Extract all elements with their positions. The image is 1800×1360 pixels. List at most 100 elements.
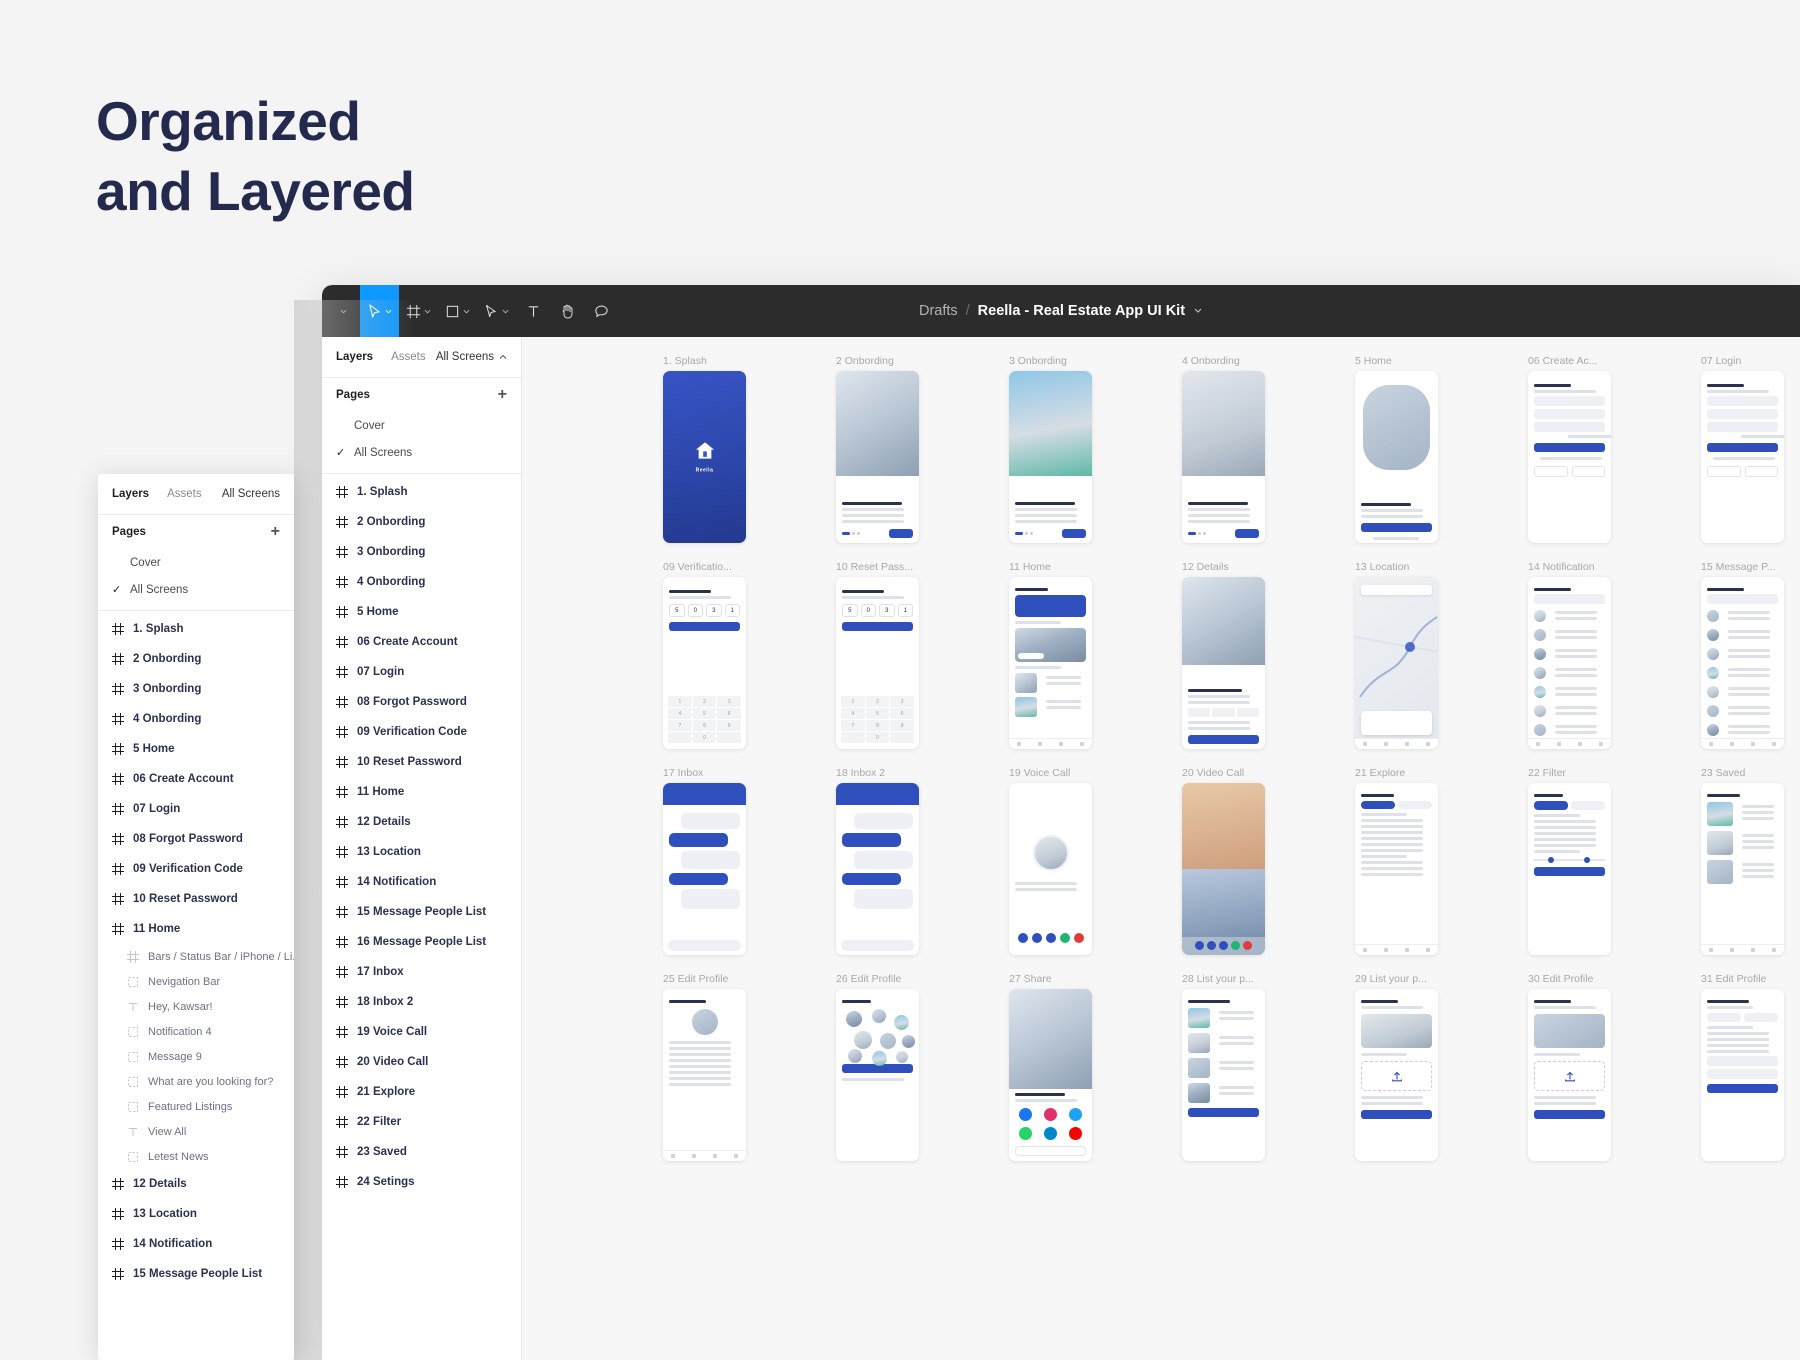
frame-thumbnail-preview[interactable] <box>663 989 746 1161</box>
layer-item[interactable]: 5 Home <box>322 597 521 627</box>
frame-thumbnail-preview[interactable] <box>1182 577 1265 749</box>
frame-thumbnail[interactable]: 13 Location <box>1355 561 1478 749</box>
layer-item[interactable]: 3 Onbording <box>322 537 521 567</box>
frame-thumbnail[interactable]: 5 Home <box>1355 355 1478 543</box>
layer-item[interactable]: 17 Inbox <box>322 957 521 987</box>
hand-tool-button[interactable] <box>550 285 584 337</box>
shape-tool-button[interactable] <box>438 285 477 337</box>
layer-item[interactable]: Nevigation Bar <box>98 969 294 994</box>
layer-item[interactable]: 22 Filter <box>322 1107 521 1137</box>
layer-item[interactable]: 09 Verification Code <box>98 854 294 884</box>
page-item-cover[interactable]: Cover <box>322 412 521 439</box>
layer-item[interactable]: 06 Create Account <box>98 764 294 794</box>
layer-item[interactable]: 06 Create Account <box>322 627 521 657</box>
frame-thumbnail-preview[interactable] <box>1355 989 1438 1161</box>
layer-item[interactable]: 09 Verification Code <box>322 717 521 747</box>
layer-item[interactable]: 16 Message People List <box>322 927 521 957</box>
page-selector[interactable]: All Screens <box>436 351 507 363</box>
page-item-all-screens[interactable]: ✓ All Screens <box>98 576 294 603</box>
frame-thumbnail[interactable]: 25 Edit Profile <box>663 973 786 1161</box>
frame-tool-button[interactable] <box>399 285 438 337</box>
frame-thumbnail-label[interactable]: 22 Filter <box>1528 767 1651 783</box>
frame-thumbnail-preview[interactable] <box>836 371 919 543</box>
frame-thumbnail[interactable]: 07 Login <box>1701 355 1800 543</box>
frame-thumbnail-preview[interactable] <box>836 783 919 955</box>
frame-thumbnail-label[interactable]: 29 List your p... <box>1355 973 1478 989</box>
layer-item[interactable]: 3 Onbording <box>98 674 294 704</box>
layer-item[interactable]: 5 Home <box>98 734 294 764</box>
layer-item[interactable]: 11 Home <box>98 914 294 944</box>
layer-item[interactable]: 11 Home <box>322 777 521 807</box>
frame-thumbnail[interactable]: 09 Verificatio... 5 0 3 1 1 2 3 4 5 6 7 8 9 0 <box>663 561 786 749</box>
frame-thumbnail[interactable]: 12 Details <box>1182 561 1305 749</box>
frame-thumbnail[interactable]: 10 Reset Pass... 5 0 3 1 1 2 3 4 5 6 7 8 9 0 <box>836 561 959 749</box>
layer-item[interactable]: View All <box>98 1119 294 1144</box>
frame-thumbnail-label[interactable]: 3 Onbording <box>1009 355 1132 371</box>
frame-thumbnail-preview[interactable] <box>1528 577 1611 749</box>
frame-thumbnail-preview[interactable] <box>1355 371 1438 543</box>
frame-thumbnail-preview[interactable] <box>1009 577 1092 749</box>
frame-thumbnail[interactable]: 20 Video Call <box>1182 767 1305 955</box>
layer-item[interactable]: 24 Setings <box>322 1167 521 1197</box>
page-item-all-screens[interactable]: ✓ All Screens <box>322 439 521 466</box>
frame-thumbnail-preview[interactable] <box>1701 783 1784 955</box>
frame-thumbnail-label[interactable]: 25 Edit Profile <box>663 973 786 989</box>
layer-item[interactable]: 20 Video Call <box>322 1047 521 1077</box>
frame-thumbnail[interactable]: 21 Explore <box>1355 767 1478 955</box>
frame-thumbnail-label[interactable]: 30 Edit Profile <box>1528 973 1651 989</box>
frame-thumbnail-preview[interactable] <box>1009 371 1092 543</box>
frame-thumbnail[interactable]: 26 Edit Profile <box>836 973 959 1161</box>
layer-item[interactable]: 23 Saved <box>322 1137 521 1167</box>
frame-thumbnail[interactable]: 28 List your p... <box>1182 973 1305 1161</box>
frame-thumbnail[interactable]: 15 Message P... <box>1701 561 1800 749</box>
breadcrumb-drafts[interactable]: Drafts <box>919 303 958 319</box>
frame-thumbnail-label[interactable]: 23 Saved <box>1701 767 1800 783</box>
frame-thumbnail[interactable]: 4 Onbording <box>1182 355 1305 543</box>
frame-thumbnail-label[interactable]: 20 Video Call <box>1182 767 1305 783</box>
figma-canvas[interactable]: 1. Splash Reella 2 Onbording 3 Onbording 4 O… <box>522 337 1800 1360</box>
frame-thumbnail[interactable]: 3 Onbording <box>1009 355 1132 543</box>
layer-item[interactable]: 10 Reset Password <box>322 747 521 777</box>
frame-thumbnail-label[interactable]: 21 Explore <box>1355 767 1478 783</box>
frame-thumbnail-preview[interactable] <box>836 989 919 1161</box>
frame-thumbnail-preview[interactable] <box>1182 989 1265 1161</box>
layer-item[interactable]: 15 Message People List <box>322 897 521 927</box>
frame-thumbnail[interactable]: 18 Inbox 2 <box>836 767 959 955</box>
frame-thumbnail[interactable]: 27 Share <box>1009 973 1132 1161</box>
ghost-add-page-button[interactable]: + <box>271 524 280 540</box>
text-tool-button[interactable] <box>516 285 550 337</box>
frame-thumbnail-preview[interactable] <box>1701 989 1784 1161</box>
frame-thumbnail[interactable]: 06 Create Ac... <box>1528 355 1651 543</box>
layer-item[interactable]: Hey, Kawsar! <box>98 994 294 1019</box>
frame-thumbnail-label[interactable]: 5 Home <box>1355 355 1478 371</box>
breadcrumb-file-name[interactable]: Reella - Real Estate App UI Kit <box>978 303 1185 319</box>
layer-item[interactable]: 2 Onbording <box>322 507 521 537</box>
tab-layers[interactable]: Layers <box>336 351 373 363</box>
layer-item[interactable]: 08 Forgot Password <box>98 824 294 854</box>
frame-thumbnail-label[interactable]: 10 Reset Pass... <box>836 561 959 577</box>
frame-thumbnail[interactable]: 19 Voice Call <box>1009 767 1132 955</box>
frame-thumbnail-preview[interactable] <box>1182 783 1265 955</box>
layer-item[interactable]: 19 Voice Call <box>322 1017 521 1047</box>
frame-thumbnail-label[interactable]: 4 Onbording <box>1182 355 1305 371</box>
layer-item[interactable]: 21 Explore <box>322 1077 521 1107</box>
frame-thumbnail[interactable]: 14 Notification <box>1528 561 1651 749</box>
layer-item[interactable]: 07 Login <box>98 794 294 824</box>
layer-item[interactable]: 2 Onbording <box>98 644 294 674</box>
layer-item[interactable]: 1. Splash <box>98 614 294 644</box>
frame-thumbnail-label[interactable]: 18 Inbox 2 <box>836 767 959 783</box>
frame-thumbnail-preview[interactable]: 50311234567890 <box>836 577 919 749</box>
frame-thumbnail-preview[interactable] <box>1701 577 1784 749</box>
main-menu-button[interactable] <box>326 285 360 337</box>
frame-thumbnail-label[interactable]: 27 Share <box>1009 973 1132 989</box>
layer-item[interactable]: 4 Onbording <box>98 704 294 734</box>
comment-tool-button[interactable] <box>584 285 618 337</box>
pen-tool-button[interactable] <box>477 285 516 337</box>
frame-thumbnail[interactable]: 29 List your p... <box>1355 973 1478 1161</box>
layer-item[interactable]: Notification 4 <box>98 1019 294 1044</box>
frame-thumbnail[interactable]: 23 Saved <box>1701 767 1800 955</box>
frame-thumbnail-label[interactable]: 31 Edit Profile <box>1701 973 1800 989</box>
ghost-page-selector[interactable]: All Screens <box>222 488 280 500</box>
ghost-tab-layers[interactable]: Layers <box>112 488 149 500</box>
frame-thumbnail[interactable]: 2 Onbording <box>836 355 959 543</box>
